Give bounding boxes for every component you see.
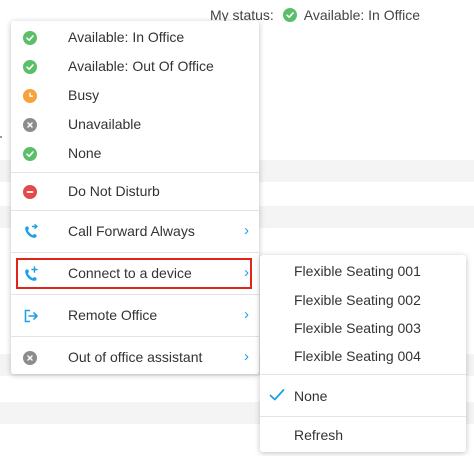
submenu-item-flexible-seating-003[interactable]: Flexible Seating 003: [294, 320, 421, 336]
menu-item-available-in-office[interactable]: Available: In Office: [11, 23, 259, 52]
menu-item-label: Do Not Disturb: [68, 183, 160, 199]
chevron-right-icon: ›: [244, 264, 249, 281]
menu-item-unavailable[interactable]: Unavailable: [11, 110, 259, 139]
menu-item-remote-office[interactable]: Remote Office ›: [11, 299, 259, 332]
menu-divider: [11, 210, 259, 211]
submenu-divider: [260, 374, 466, 375]
menu-divider: [11, 252, 259, 253]
menu-divider: [11, 172, 259, 173]
green-check-icon: [23, 59, 37, 74]
status-menu: Available: In Office Available: Out Of O…: [11, 21, 259, 374]
menu-divider: [11, 294, 259, 295]
call-forward-icon: [23, 223, 39, 240]
menu-item-label: Call Forward Always: [68, 223, 195, 239]
menu-item-label: Connect to a device: [68, 265, 192, 281]
orange-clock-icon: [23, 88, 37, 103]
menu-item-connect-to-a-device[interactable]: Connect to a device ›: [11, 257, 259, 290]
remote-office-icon: [23, 308, 39, 324]
submenu-item-none[interactable]: None: [294, 388, 327, 404]
chevron-right-icon: ›: [244, 306, 249, 323]
menu-item-label: Available: Out Of Office: [68, 58, 214, 74]
grey-x-icon: [23, 350, 37, 365]
menu-item-label: Unavailable: [68, 116, 142, 132]
green-check-icon: [23, 146, 37, 161]
connect-device-icon: [23, 265, 39, 282]
green-check-icon: [23, 30, 37, 45]
red-minus-icon: [23, 184, 37, 199]
submenu-item-refresh[interactable]: Refresh: [294, 427, 343, 443]
submenu-item-flexible-seating-004[interactable]: Flexible Seating 004: [294, 348, 421, 364]
menu-item-label: Out of office assistant: [68, 349, 203, 365]
menu-item-label: Remote Office: [68, 307, 158, 323]
chevron-right-icon: ›: [244, 222, 249, 239]
menu-item-out-of-office-assistant[interactable]: Out of office assistant ›: [11, 341, 259, 374]
my-status-value: Available: In Office: [303, 7, 421, 23]
menu-item-label: None: [68, 145, 102, 161]
checkmark-icon: [269, 388, 285, 405]
text-cursor: [0, 136, 2, 138]
connect-device-submenu: Flexible Seating 001 Flexible Seating 00…: [260, 255, 466, 452]
menu-item-label: Available: In Office: [68, 29, 185, 45]
chevron-right-icon: ›: [244, 348, 249, 365]
menu-item-none[interactable]: None: [11, 139, 259, 168]
menu-item-available-out-of-office[interactable]: Available: Out Of Office: [11, 52, 259, 81]
submenu-item-flexible-seating-001[interactable]: Flexible Seating 001: [294, 263, 421, 279]
submenu-divider: [260, 416, 466, 417]
menu-item-label: Busy: [68, 87, 100, 103]
grey-x-icon: [23, 117, 37, 132]
menu-divider: [11, 336, 259, 337]
submenu-item-flexible-seating-002[interactable]: Flexible Seating 002: [294, 292, 421, 308]
menu-item-call-forward-always[interactable]: Call Forward Always ›: [11, 215, 259, 248]
green-check-icon: [282, 8, 297, 22]
menu-item-busy[interactable]: Busy: [11, 81, 259, 110]
menu-item-do-not-disturb[interactable]: Do Not Disturb: [11, 177, 259, 206]
